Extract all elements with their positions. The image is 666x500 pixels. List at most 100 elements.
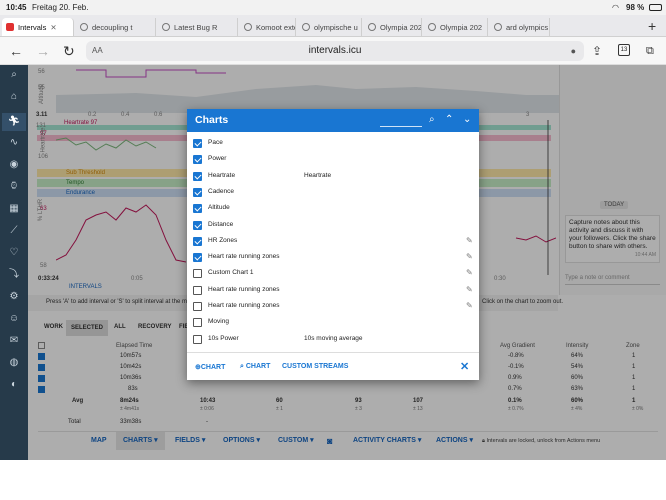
- chart-option-label: Cadence: [208, 187, 235, 195]
- chart-option-row[interactable]: Pace: [187, 136, 479, 150]
- chart-option-row[interactable]: Heart rate running zones ✎: [187, 299, 479, 313]
- chart-checkbox[interactable]: [193, 236, 202, 246]
- tab-label: Komoot exte: [256, 22, 296, 32]
- compass-icon[interactable]: ◉: [8, 159, 20, 171]
- chart-option-row[interactable]: Cadence: [187, 185, 479, 199]
- wifi-icon: ◠: [612, 3, 619, 12]
- chart-checkbox[interactable]: [193, 302, 202, 311]
- chart-checkbox[interactable]: [193, 285, 202, 295]
- tabs-overview-icon[interactable]: ⧉: [646, 42, 654, 60]
- tab-favicon-icon: [494, 23, 502, 31]
- chart-option-row[interactable]: Altitude: [187, 201, 479, 215]
- chevron-up-icon[interactable]: ⌃: [445, 113, 453, 127]
- chart-option-row[interactable]: Custom Chart 1 ✎: [187, 266, 479, 280]
- search-icon[interactable]: ⌕: [429, 113, 435, 127]
- status-time: 10:45: [6, 3, 27, 12]
- wellness-icon[interactable]: ♡: [8, 247, 20, 259]
- tab-label: decoupling t: [92, 22, 133, 32]
- status-date: Freitag 20. Feb.: [32, 3, 89, 12]
- back-icon[interactable]: ←: [9, 42, 23, 60]
- chart-option-row[interactable]: HR Zones ✎: [187, 234, 479, 248]
- edit-pencil-icon[interactable]: ✎: [466, 285, 473, 294]
- messages-icon[interactable]: ✉: [8, 335, 20, 347]
- address-bar[interactable]: AA intervals.icu ●: [86, 41, 584, 61]
- chart-checkbox[interactable]: [193, 318, 202, 328]
- add-chart-label: CHART: [200, 364, 226, 371]
- tab-intervals[interactable]: Intervals ✕: [2, 18, 74, 36]
- search-icon[interactable]: ⌕: [8, 69, 20, 81]
- chart-checkbox[interactable]: [193, 139, 202, 148]
- edit-pencil-icon[interactable]: ✎: [466, 252, 473, 261]
- chevron-down-icon[interactable]: ⌄: [463, 113, 471, 127]
- tab-olympische[interactable]: olympische u: [298, 18, 362, 36]
- chart-checkbox[interactable]: [193, 187, 202, 197]
- find-chart-label: CHART: [245, 363, 271, 370]
- search-icon: ⌕: [240, 363, 244, 370]
- browser-tab-bar: Intervals ✕ decoupling t Latest Bug R Kom…: [0, 15, 666, 37]
- close-icon[interactable]: ✕: [460, 360, 469, 373]
- chart-option-label: Heartrate: [208, 171, 236, 179]
- chart-option-row[interactable]: Moving: [187, 315, 479, 329]
- chart-checkbox[interactable]: [193, 155, 202, 165]
- activities-icon[interactable]: 🏃︎: [2, 113, 26, 131]
- tab-komoot[interactable]: Komoot exte: [240, 18, 296, 36]
- tab-label: Olympia 202: [380, 22, 422, 32]
- chart-checkbox[interactable]: [193, 220, 202, 230]
- chart-option-row[interactable]: Distance: [187, 218, 479, 232]
- new-tab-icon[interactable]: +: [648, 18, 656, 34]
- close-tab-icon[interactable]: ✕: [50, 23, 56, 32]
- tab-latest-bug[interactable]: Latest Bug R: [158, 18, 238, 36]
- tab-favicon-icon: [302, 23, 310, 31]
- tab-label: Olympia 202: [440, 22, 483, 32]
- chart-option-description: Heartrate: [304, 171, 332, 179]
- chart-option-label: Altitude: [208, 204, 230, 212]
- analysis-icon[interactable]: ⟋: [8, 225, 20, 237]
- edit-pencil-icon[interactable]: ✎: [466, 268, 473, 277]
- edit-pencil-icon[interactable]: ✎: [466, 236, 473, 245]
- chart-option-label: HR Zones: [208, 236, 238, 244]
- chart-option-row[interactable]: 10s Power 10s moving average: [187, 332, 479, 346]
- calendar-icon[interactable]: ▦: [8, 203, 20, 215]
- forward-icon[interactable]: →: [36, 42, 50, 60]
- reload-icon[interactable]: ↻: [63, 42, 75, 60]
- home-icon[interactable]: ⌂: [8, 91, 20, 103]
- share-icon[interactable]: ⇪: [592, 42, 602, 60]
- user-icon[interactable]: ◐: [8, 379, 20, 391]
- reader-size[interactable]: AA: [92, 41, 103, 61]
- chart-option-row[interactable]: Heart rate running zones ✎: [187, 283, 479, 297]
- chart-option-row[interactable]: Heartrate Heartrate: [187, 169, 479, 183]
- browser-toolbar: ← → ↻ AA intervals.icu ● ⇪ 13 ⧉: [0, 37, 666, 65]
- tab-count[interactable]: 13: [618, 44, 630, 56]
- chart-option-description: 10s moving average: [304, 334, 363, 342]
- power-curve-icon[interactable]: ⤵: [8, 269, 20, 281]
- tab-favicon-icon: [368, 23, 376, 31]
- custom-streams-button[interactable]: CUSTOM STREAMS: [282, 363, 348, 370]
- chart-checkbox[interactable]: [193, 269, 202, 279]
- tab-olympia-1[interactable]: Olympia 202: [364, 18, 422, 36]
- tab-ard-olympics[interactable]: ard olympics: [490, 18, 550, 36]
- add-chart-button[interactable]: ⊕CHART: [195, 363, 225, 371]
- watch-icon[interactable]: ⌚︎: [8, 181, 20, 193]
- fitness-chart-icon[interactable]: ∿: [8, 137, 20, 149]
- tab-decoupling[interactable]: decoupling t: [76, 18, 156, 36]
- url-text: intervals.icu: [308, 45, 362, 56]
- chart-checkbox[interactable]: [193, 204, 202, 214]
- tab-olympia-2[interactable]: Olympia 202: [424, 18, 488, 36]
- tab-favicon-icon: [428, 23, 436, 31]
- chart-checkbox[interactable]: [193, 171, 202, 181]
- find-chart-button[interactable]: ⌕ CHART: [240, 363, 270, 371]
- chart-option-label: Heart rate running zones: [208, 285, 280, 293]
- followers-icon[interactable]: ☺: [8, 313, 20, 325]
- chart-checkbox[interactable]: [193, 253, 202, 263]
- edit-pencil-icon[interactable]: ✎: [466, 301, 473, 310]
- settings-icon[interactable]: ⚙: [8, 291, 20, 303]
- tab-label: ard olympics: [506, 22, 549, 32]
- chart-search-input[interactable]: [380, 126, 422, 127]
- chart-option-row[interactable]: Heart rate running zones ✎: [187, 250, 479, 264]
- donate-icon[interactable]: ◍: [8, 357, 20, 369]
- chart-option-label: Moving: [208, 318, 229, 326]
- microphone-icon[interactable]: ●: [571, 41, 576, 61]
- tab-label: Latest Bug R: [174, 22, 218, 32]
- chart-checkbox[interactable]: [193, 334, 202, 344]
- chart-option-row[interactable]: Power: [187, 152, 479, 166]
